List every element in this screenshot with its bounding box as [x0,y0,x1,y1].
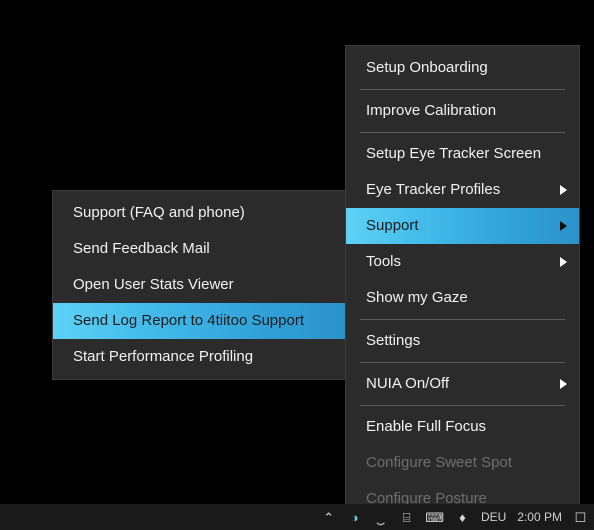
menu-item-label: Support [366,217,419,234]
menu-item-tools[interactable]: Tools [346,244,579,280]
nuia-tray-menu: Setup Onboarding Improve Calibration Set… [345,45,580,530]
menu-item-label: Eye Tracker Profiles [366,181,501,198]
nuia-eye-tracker-icon[interactable]: ◑ [347,511,362,524]
menu-item-label: Tools [366,253,402,270]
network-icon[interactable]: ⏟ [373,511,388,524]
menu-separator [360,132,565,133]
submenu-item-send-feedback-mail[interactable]: Send Feedback Mail [53,231,345,267]
menu-item-eye-tracker-profiles[interactable]: Eye Tracker Profiles [346,172,579,208]
submenu-item-label: Open User Stats Viewer [73,276,234,293]
chevron-right-icon [560,257,567,267]
menu-item-nuia-on-off[interactable]: NUIA On/Off [346,366,579,402]
menu-item-configure-sweet-spot: Configure Sweet Spot [346,445,579,481]
menu-separator [360,319,565,320]
menu-separator [360,89,565,90]
menu-item-enable-full-focus[interactable]: Enable Full Focus [346,409,579,445]
menu-item-improve-calibration[interactable]: Improve Calibration [346,93,579,129]
submenu-item-open-user-stats-viewer[interactable]: Open User Stats Viewer [53,267,345,303]
menu-item-show-my-gaze[interactable]: Show my Gaze [346,280,579,316]
support-submenu: Support (FAQ and phone) Send Feedback Ma… [52,190,346,380]
clock[interactable]: 2:00 PM [517,510,562,524]
menu-item-setup-onboarding[interactable]: Setup Onboarding [346,50,579,86]
menu-item-label: Enable Full Focus [366,418,487,435]
menu-item-settings[interactable]: Settings [346,323,579,359]
submenu-item-support-faq[interactable]: Support (FAQ and phone) [53,195,345,231]
chevron-right-icon [560,379,567,389]
submenu-item-start-performance-profiling[interactable]: Start Performance Profiling [53,339,345,375]
submenu-item-send-log-report[interactable]: Send Log Report to 4tiitoo Support [53,303,345,339]
language-indicator[interactable]: DEU [481,510,506,524]
submenu-item-label: Support (FAQ and phone) [73,204,245,221]
show-hidden-icons-icon[interactable]: ⌃ [321,511,336,524]
menu-item-label: Improve Calibration [366,102,497,119]
menu-item-support[interactable]: Support [346,208,579,244]
display-icon[interactable]: ⌸ [399,511,414,524]
menu-item-label: Configure Sweet Spot [366,454,512,471]
submenu-item-label: Send Feedback Mail [73,240,210,257]
keyboard-icon[interactable]: ⌨ [425,511,444,524]
action-center-icon[interactable]: ☐ [573,511,588,524]
menu-separator [360,405,565,406]
chevron-right-icon [560,185,567,195]
submenu-item-label: Start Performance Profiling [73,348,254,365]
submenu-item-label: Send Log Report to 4tiitoo Support [73,312,304,329]
menu-item-label: Show my Gaze [366,289,468,306]
menu-item-label: Setup Onboarding [366,59,488,76]
desktop: Support (FAQ and phone) Send Feedback Ma… [0,0,594,530]
menu-item-label: NUIA On/Off [366,375,450,392]
volume-icon[interactable]: ♦ [455,511,470,524]
menu-item-label: Setup Eye Tracker Screen [366,145,542,162]
menu-item-label: Settings [366,332,421,349]
menu-item-setup-eye-tracker-screen[interactable]: Setup Eye Tracker Screen [346,136,579,172]
menu-separator [360,362,565,363]
taskbar: ⌃ ◑ ⏟ ⌸ ⌨ ♦ DEU 2:00 PM ☐ [0,504,594,530]
chevron-right-icon [560,221,567,231]
